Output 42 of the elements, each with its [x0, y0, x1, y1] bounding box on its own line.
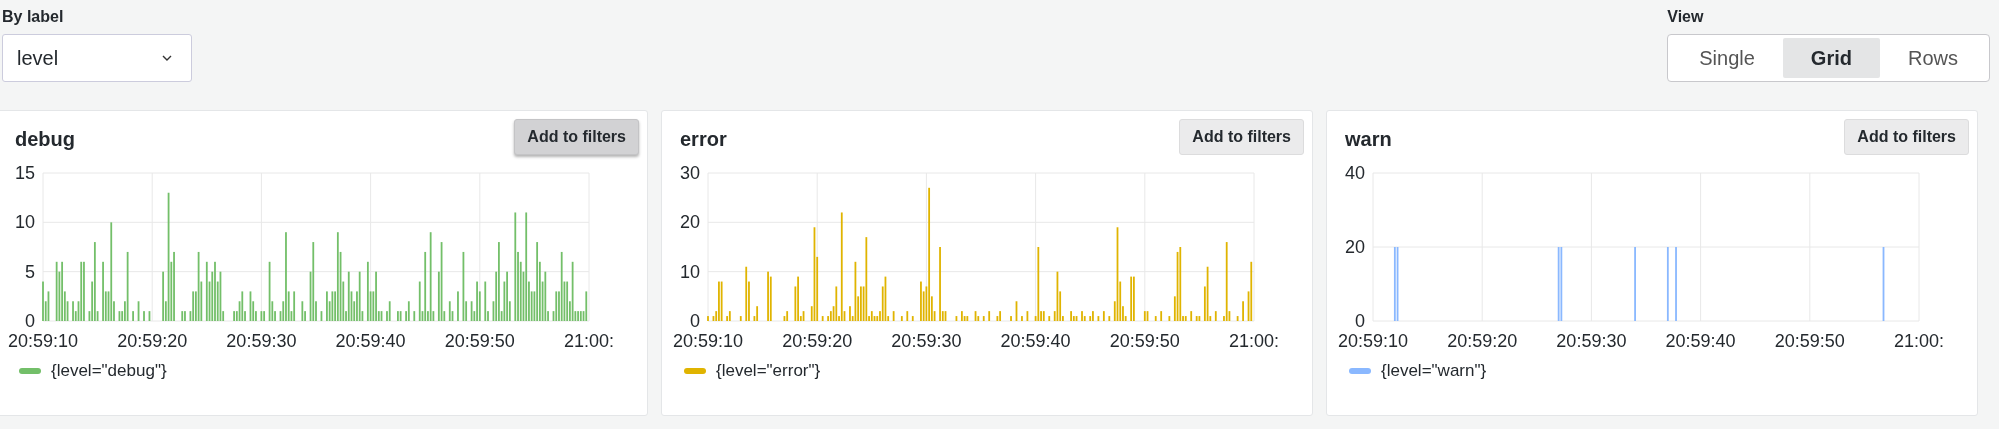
x-axis-label: 20:59:50	[1109, 331, 1180, 351]
panel-title: error	[680, 126, 727, 151]
x-axis-label: 20:59:20	[117, 331, 188, 351]
y-axis-label: 30	[679, 163, 700, 183]
add-to-filters-button[interactable]: Add to filters	[1179, 119, 1304, 155]
add-to-filters-button[interactable]: Add to filters	[1844, 119, 1969, 155]
y-axis-label: 20	[1344, 237, 1365, 257]
label-select[interactable]: level	[2, 34, 192, 82]
x-axis-label: 20:59:10	[672, 331, 744, 351]
panel-title: warn	[1345, 126, 1392, 151]
x-axis-label: 20:59:30	[891, 331, 962, 351]
view-option[interactable]: Grid	[1782, 38, 1880, 78]
legend-label: {level="error"}	[716, 361, 821, 381]
x-axis-label: 21:00:	[1229, 331, 1279, 351]
y-axis-label: 20	[679, 212, 700, 233]
x-axis-label: 20:59:30	[226, 331, 297, 351]
field-label: View	[1667, 8, 1705, 26]
x-axis-label: 21:00:	[564, 331, 614, 351]
x-axis-label: 20:59:30	[1556, 331, 1627, 351]
legend-label: {level="warn"}	[1381, 361, 1487, 381]
x-axis-label: 20:59:10	[7, 331, 79, 351]
x-axis-label: 21:00:	[1894, 331, 1944, 351]
field-label: By label	[2, 8, 65, 26]
x-axis-label: 20:59:20	[1447, 331, 1518, 351]
x-axis-label: 20:59:40	[1665, 331, 1736, 351]
x-axis-label: 20:59:10	[1337, 331, 1409, 351]
y-axis-label: 0	[1355, 311, 1365, 331]
y-axis-label: 10	[679, 261, 700, 282]
y-axis-label: 0	[25, 311, 35, 331]
y-axis-label: 15	[14, 163, 35, 183]
x-axis-label: 20:59:40	[335, 331, 406, 351]
y-axis-label: 10	[14, 212, 35, 233]
legend-label: {level="debug"}	[51, 361, 167, 381]
x-axis-label: 20:59:40	[1000, 331, 1071, 351]
y-axis-label: 5	[25, 261, 35, 282]
panel-title: debug	[15, 126, 75, 151]
x-axis-label: 20:59:20	[782, 331, 853, 351]
x-axis-label: 20:59:50	[1774, 331, 1845, 351]
x-axis-label: 20:59:50	[444, 331, 515, 351]
add-to-filters-button[interactable]: Add to filters	[514, 119, 639, 155]
y-axis-label: 0	[690, 311, 700, 331]
y-axis-label: 40	[1344, 163, 1365, 183]
